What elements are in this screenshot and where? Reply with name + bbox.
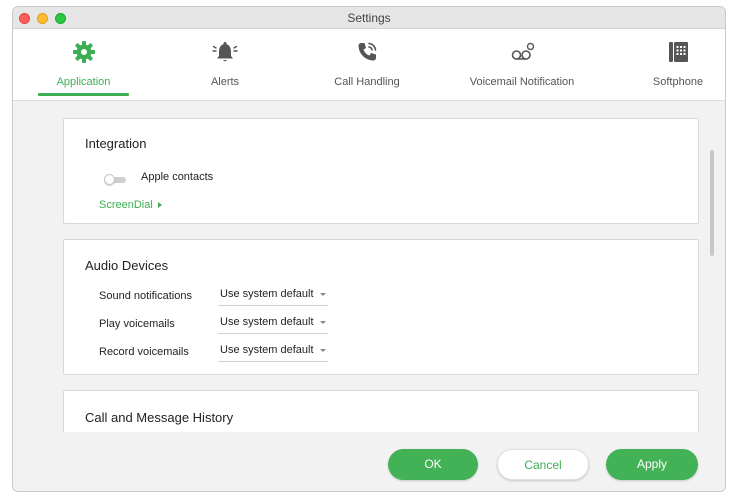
dropdown-arrow-icon	[319, 292, 326, 296]
voicemail-icon	[509, 39, 535, 65]
toggle-knob	[104, 174, 115, 185]
dropdown-arrow-icon	[319, 348, 326, 352]
screendial-link[interactable]: ScreenDial	[99, 199, 162, 211]
screendial-link-label: ScreenDial	[99, 199, 153, 211]
play-voicemails-value: Use system default	[220, 316, 314, 328]
tab-voicemail-notification[interactable]: Voicemail Notification	[451, 29, 593, 101]
record-voicemails-value: Use system default	[220, 344, 314, 356]
gear-icon	[71, 39, 97, 65]
phone-icon	[354, 39, 380, 65]
apple-contacts-label: Apple contacts	[141, 171, 214, 183]
settings-window: Settings Application Alerts Call Handlin…	[12, 6, 726, 492]
call-message-history-title: Call and Message History	[85, 410, 234, 425]
tab-softphone[interactable]: Softphone	[643, 29, 713, 101]
audio-devices-title: Audio Devices	[85, 258, 169, 273]
settings-content[interactable]: Integration Apple contacts ScreenDial Au…	[13, 102, 725, 432]
settings-tabbar: Application Alerts Call Handling Voicema…	[13, 29, 725, 101]
cancel-button[interactable]: Cancel	[497, 449, 589, 480]
tab-call-handling[interactable]: Call Handling	[314, 29, 420, 101]
ok-button[interactable]: OK	[388, 449, 478, 480]
keypad-icon	[665, 39, 691, 65]
active-tab-indicator	[38, 93, 129, 96]
caret-right-icon	[157, 202, 162, 209]
record-voicemails-label: Record voicemails	[99, 346, 189, 358]
scrollbar[interactable]	[710, 150, 714, 256]
play-voicemails-label: Play voicemails	[99, 318, 175, 330]
apple-contacts-toggle[interactable]	[104, 174, 126, 185]
bell-icon	[212, 39, 238, 65]
tab-alerts[interactable]: Alerts	[188, 29, 262, 101]
play-voicemails-select[interactable]: Use system default	[218, 316, 328, 334]
sound-notifications-label: Sound notifications	[99, 290, 192, 302]
tab-voicemail-notification-label: Voicemail Notification	[469, 76, 575, 88]
tab-application[interactable]: Application	[38, 29, 129, 101]
apply-button[interactable]: Apply	[606, 449, 698, 480]
audio-devices-section: Audio Devices Sound notifications Use sy…	[63, 239, 699, 375]
sound-notifications-select[interactable]: Use system default	[218, 288, 328, 306]
sound-notifications-value: Use system default	[220, 288, 314, 300]
title-bar: Settings	[13, 7, 725, 29]
dialog-footer: OK Cancel Apply	[13, 432, 725, 491]
tab-application-label: Application	[56, 76, 111, 88]
window-title: Settings	[347, 11, 391, 25]
integration-section: Integration Apple contacts ScreenDial	[63, 118, 699, 224]
dropdown-arrow-icon	[319, 320, 326, 324]
tab-softphone-label: Softphone	[652, 76, 704, 88]
record-voicemails-select[interactable]: Use system default	[218, 344, 328, 362]
tab-alerts-label: Alerts	[210, 76, 240, 88]
tab-call-handling-label: Call Handling	[334, 76, 400, 88]
call-message-history-section: Call and Message History	[63, 390, 699, 432]
integration-title: Integration	[85, 136, 147, 151]
